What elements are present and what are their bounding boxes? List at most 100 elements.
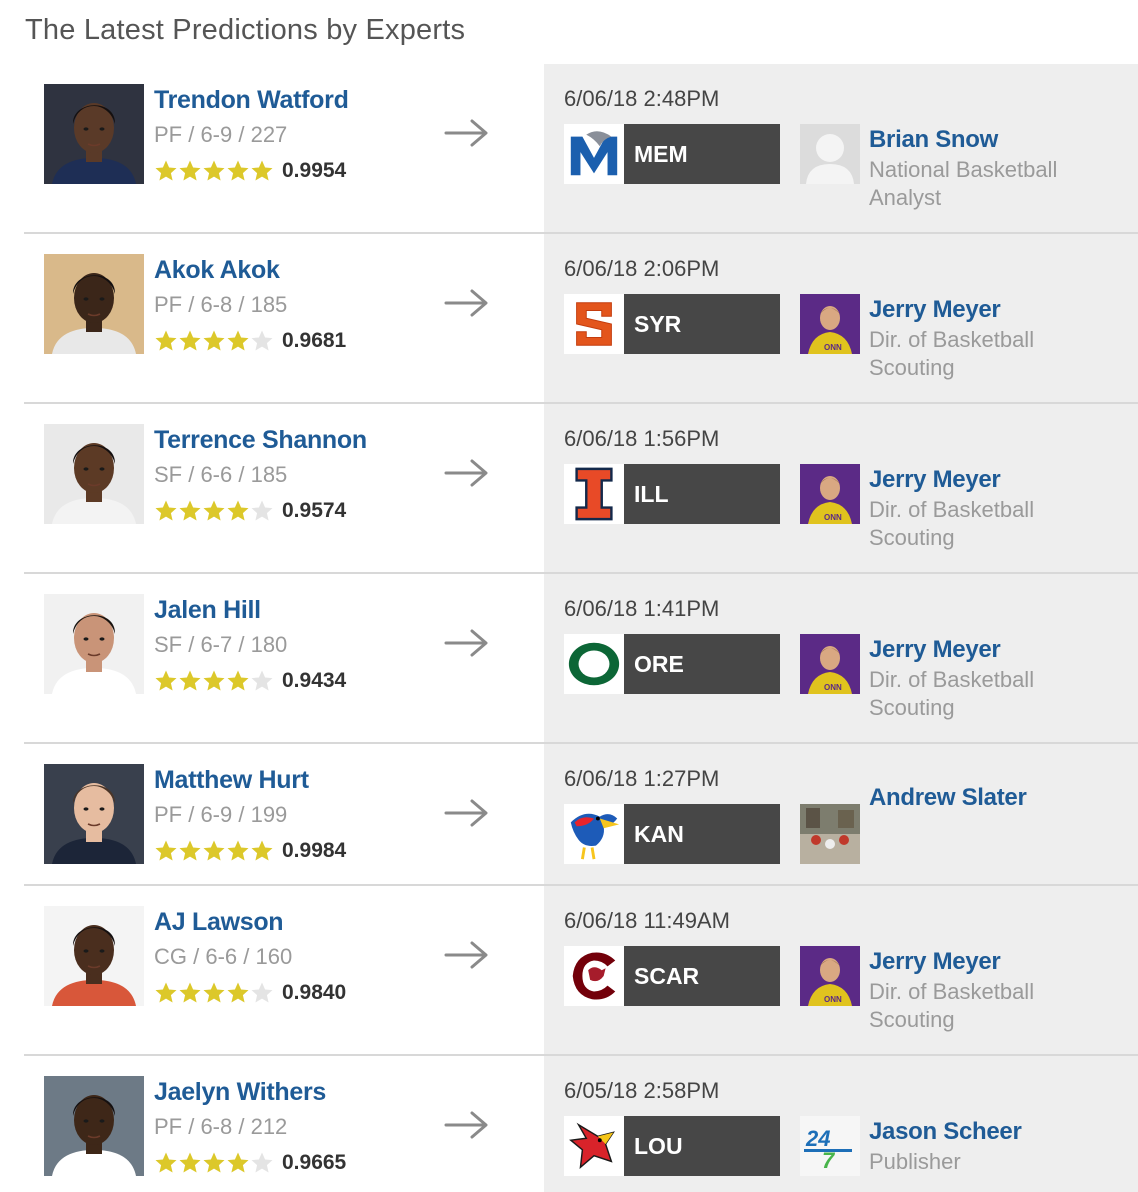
south-carolina-gamecock-logo-icon — [564, 946, 624, 1006]
player-photo[interactable] — [44, 254, 144, 354]
player-photo[interactable] — [44, 906, 144, 1006]
player-position-height-weight: PF / 6-9 / 199 — [154, 802, 288, 827]
prediction-date: 6/06/18 1:27PM — [564, 766, 720, 791]
expert-title: Dir. of Basketball Scouting — [869, 667, 1035, 720]
expert-name-link[interactable]: Jerry Meyer — [869, 296, 1001, 324]
team-link[interactable]: ILL — [564, 464, 780, 524]
prediction-date: 6/06/18 2:48PM — [564, 86, 720, 111]
player-name-link[interactable]: Matthew Hurt — [154, 766, 309, 795]
expert-photo-icon[interactable]: ONN — [800, 634, 860, 694]
star-rating-icon — [154, 1151, 274, 1175]
player-rating: 0.9681 — [154, 328, 346, 354]
prediction-row: Terrence Shannon SF / 6-6 / 185 0.9574 6/06… — [24, 404, 1138, 574]
memphis-tiger-logo-icon — [564, 124, 624, 184]
player-position-height-weight: PF / 6-8 / 185 — [154, 292, 288, 317]
kansas-jayhawk-logo-icon — [564, 804, 624, 864]
prediction-row: Jalen Hill SF / 6-7 / 180 0.9434 6/06/18 1:… — [24, 574, 1138, 744]
star-rating-icon — [154, 839, 274, 863]
star-rating-icon — [154, 159, 274, 183]
team-link[interactable]: ORE — [564, 634, 780, 694]
player-position-height-weight: CG / 6-6 / 160 — [154, 944, 293, 969]
player-rating-value: 0.9665 — [282, 1151, 347, 1174]
player-photo[interactable] — [44, 1076, 144, 1176]
star-rating-icon — [154, 981, 274, 1005]
expert-photo-icon[interactable]: ONN — [800, 946, 860, 1006]
player-name-link[interactable]: Jaelyn Withers — [154, 1078, 326, 1107]
predictions-list: Trendon Watford PF / 6-9 / 227 0.9954 6/06/… — [24, 64, 1138, 1192]
player-rating: 0.9840 — [154, 980, 346, 1006]
expert-title: Dir. of Basketball Scouting — [869, 979, 1035, 1032]
player-rating-value: 0.9434 — [282, 669, 347, 692]
team-link[interactable]: LOU — [564, 1116, 780, 1176]
player-rating: 0.9984 — [154, 838, 346, 864]
team-link[interactable]: SYR — [564, 294, 780, 354]
oregon-o-logo-icon — [564, 634, 624, 694]
player-rating-value: 0.9954 — [282, 159, 347, 182]
louisville-cardinal-logo-icon — [564, 1116, 624, 1176]
player-name-link[interactable]: AJ Lawson — [154, 908, 284, 937]
prediction-row: Akok Akok PF / 6-8 / 185 0.9681 6/06/18 2:0… — [24, 234, 1138, 404]
prediction-row: Matthew Hurt PF / 6-9 / 199 0.9984 6/06/18 … — [24, 744, 1138, 886]
arrow-right-icon — [444, 1110, 490, 1140]
expert-name-link[interactable]: Jerry Meyer — [869, 466, 1001, 494]
prediction-row: Jaelyn Withers PF / 6-8 / 212 0.9665 6/05/1… — [24, 1056, 1138, 1192]
player-photo[interactable] — [44, 594, 144, 694]
prediction-date: 6/06/18 11:49AM — [564, 908, 730, 933]
expert-photo-icon[interactable]: ONN — [800, 464, 860, 524]
team-link[interactable]: SCAR — [564, 946, 780, 1006]
expert-title: Dir. of Basketball Scouting — [869, 497, 1035, 550]
player-position-height-weight: PF / 6-8 / 212 — [154, 1114, 288, 1139]
player-rating: 0.9434 — [154, 668, 346, 694]
svg-text:ONN: ONN — [824, 513, 842, 522]
expert-title: National Basketball Analyst — [869, 157, 1058, 210]
expert-name-link[interactable]: Andrew Slater — [869, 784, 1027, 812]
team-abbreviation: SCAR — [624, 946, 780, 1006]
svg-text:ONN: ONN — [824, 343, 842, 352]
player-name-link[interactable]: Jalen Hill — [154, 596, 261, 625]
player-photo[interactable] — [44, 84, 144, 184]
player-name-link[interactable]: Terrence Shannon — [154, 426, 367, 455]
star-rating-icon — [154, 669, 274, 693]
player-rating-value: 0.9574 — [282, 499, 347, 522]
expert-photo-icon[interactable] — [800, 804, 860, 864]
expert-name-link[interactable]: Brian Snow — [869, 126, 998, 154]
prediction-date: 6/06/18 2:06PM — [564, 256, 720, 281]
arrow-right-icon — [444, 118, 490, 148]
team-link[interactable]: MEM — [564, 124, 780, 184]
prediction-date: 6/05/18 2:58PM — [564, 1078, 720, 1103]
svg-text:ONN: ONN — [824, 995, 842, 1004]
arrow-right-icon — [444, 940, 490, 970]
team-abbreviation: LOU — [624, 1116, 780, 1176]
prediction-date: 6/06/18 1:56PM — [564, 426, 720, 451]
player-name-link[interactable]: Trendon Watford — [154, 86, 349, 115]
player-rating: 0.9954 — [154, 158, 346, 184]
player-position-height-weight: SF / 6-6 / 185 — [154, 462, 288, 487]
player-rating: 0.9665 — [154, 1150, 346, 1176]
expert-photo-icon[interactable]: ONN — [800, 294, 860, 354]
team-abbreviation: ILL — [624, 464, 780, 524]
expert-title: Dir. of Basketball Scouting — [869, 327, 1035, 380]
expert-name-link[interactable]: Jerry Meyer — [869, 636, 1001, 664]
prediction-row: Trendon Watford PF / 6-9 / 227 0.9954 6/06/… — [24, 64, 1138, 234]
team-abbreviation: ORE — [624, 634, 780, 694]
player-position-height-weight: PF / 6-9 / 227 — [154, 122, 288, 147]
star-rating-icon — [154, 499, 274, 523]
player-photo[interactable] — [44, 424, 144, 524]
expert-name-link[interactable]: Jason Scheer — [869, 1118, 1022, 1146]
player-position-height-weight: SF / 6-7 / 180 — [154, 632, 288, 657]
placeholder-avatar-icon[interactable] — [800, 124, 860, 184]
player-rating-value: 0.9840 — [282, 981, 347, 1004]
247-logo-icon[interactable]: 24 7 — [800, 1116, 860, 1176]
star-rating-icon — [154, 329, 274, 353]
prediction-row: AJ Lawson CG / 6-6 / 160 0.9840 6/06/18 11:… — [24, 886, 1138, 1056]
player-photo[interactable] — [44, 764, 144, 864]
page-title: The Latest Predictions by Experts — [25, 14, 466, 46]
arrow-right-icon — [444, 458, 490, 488]
team-link[interactable]: KAN — [564, 804, 780, 864]
player-name-link[interactable]: Akok Akok — [154, 256, 280, 285]
arrow-right-icon — [444, 798, 490, 828]
illinois-i-logo-icon — [564, 464, 624, 524]
expert-name-link[interactable]: Jerry Meyer — [869, 948, 1001, 976]
team-abbreviation: MEM — [624, 124, 780, 184]
expert-title: Publisher — [869, 1149, 961, 1174]
